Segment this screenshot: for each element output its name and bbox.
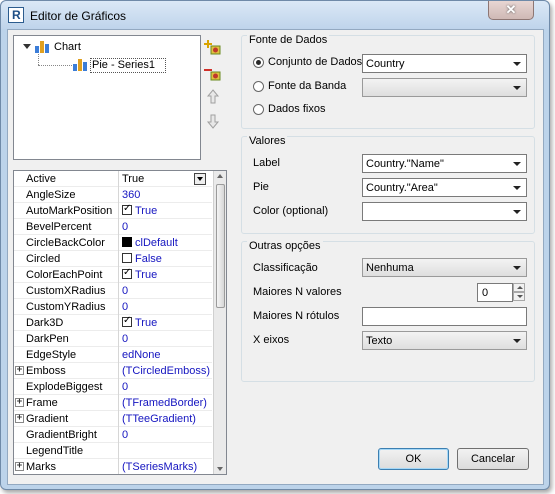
- checkbox[interactable]: [122, 203, 132, 215]
- add-series-button[interactable]: [204, 38, 222, 56]
- spin-down-button[interactable]: [513, 292, 525, 301]
- scroll-thumb[interactable]: [216, 184, 225, 308]
- chevron-down-icon: [513, 210, 521, 214]
- prop-row-active[interactable]: Active True: [14, 171, 212, 187]
- chevron-down-icon: [513, 339, 521, 343]
- remove-series-button[interactable]: [204, 64, 222, 82]
- radio-dataset-label[interactable]: Conjunto de Dados: [268, 56, 362, 68]
- move-down-button[interactable]: [204, 112, 222, 130]
- prop-row-coloreachpoint[interactable]: ColorEachPoint True: [14, 267, 212, 283]
- ok-button[interactable]: OK: [378, 448, 449, 470]
- color-field-combo[interactable]: [362, 202, 527, 221]
- color-swatch: [122, 237, 132, 247]
- tree-node-chart[interactable]: Chart: [54, 41, 81, 53]
- close-button[interactable]: ✕: [488, 1, 534, 20]
- prop-row-automarkposition[interactable]: AutoMarkPosition True: [14, 203, 212, 219]
- dataset-combo[interactable]: Country: [362, 54, 527, 73]
- datasource-group: Fonte de Dados Conjunto de Dados Country…: [241, 34, 535, 129]
- chevron-down-icon: [513, 62, 521, 66]
- prop-row-darkpen[interactable]: DarkPen 0: [14, 331, 212, 347]
- title-bar: Editor de Gráficos ✕: [1, 1, 549, 29]
- radio-dataset[interactable]: [253, 57, 264, 68]
- pie-series-icon: [72, 57, 88, 71]
- remove-icon: [204, 69, 221, 81]
- prop-row-bevelpercent[interactable]: BevelPercent 0: [14, 219, 212, 235]
- prop-row-explodebiggest[interactable]: ExplodeBiggest 0: [14, 379, 212, 395]
- scroll-down-icon[interactable]: [217, 467, 223, 471]
- prop-row-gradient[interactable]: + Gradient (TTeeGradient): [14, 411, 212, 427]
- topn-captions-input[interactable]: [362, 307, 527, 326]
- prop-row-legendtitle[interactable]: LegendTitle: [14, 443, 212, 459]
- checkbox[interactable]: [122, 253, 132, 263]
- app-icon: [8, 7, 24, 23]
- arrow-up-icon: [206, 89, 220, 104]
- arrow-down-icon: [206, 114, 220, 129]
- label-field-combo[interactable]: Country."Name": [362, 154, 527, 173]
- radio-band-label[interactable]: Fonte da Banda: [268, 80, 346, 92]
- other-options-group: Outras opções Classificação Nenhuma Maio…: [241, 240, 535, 382]
- radio-fixed[interactable]: [253, 104, 264, 115]
- prop-row-customxradius[interactable]: CustomXRadius 0: [14, 283, 212, 299]
- inspector-scrollbar[interactable]: [213, 171, 226, 474]
- prop-row-frame[interactable]: + Frame (TFramedBorder): [14, 395, 212, 411]
- radio-band[interactable]: [253, 81, 264, 92]
- pie-field-combo[interactable]: Country."Area": [362, 178, 527, 197]
- xaxis-combo[interactable]: Texto: [362, 331, 527, 350]
- topn-values-label: Maiores N valores: [253, 286, 342, 298]
- prop-row-customyradius[interactable]: CustomYRadius 0: [14, 299, 212, 315]
- prop-row-emboss[interactable]: + Emboss (TCircledEmboss): [14, 363, 212, 379]
- xaxis-label: X eixos: [253, 334, 290, 346]
- topn-spinner[interactable]: [513, 283, 525, 302]
- prop-dropdown-button[interactable]: [194, 173, 206, 185]
- spin-up-button[interactable]: [513, 283, 525, 292]
- color-field-label: Color (optional): [253, 205, 329, 217]
- prop-row-marks[interactable]: + Marks (TSeriesMarks): [14, 459, 212, 474]
- prop-row-gradientbright[interactable]: GradientBright 0: [14, 427, 212, 443]
- expand-icon[interactable]: +: [15, 462, 24, 471]
- series-tree[interactable]: Chart Pie - Series1: [13, 35, 201, 160]
- prop-row-edgestyle[interactable]: EdgeStyle edNone: [14, 347, 212, 363]
- prop-row-anglesize[interactable]: AngleSize 360: [14, 187, 212, 203]
- cancel-button[interactable]: Cancelar: [457, 448, 529, 470]
- chevron-down-icon: [513, 186, 521, 190]
- chevron-down-icon: [513, 162, 521, 166]
- checkbox[interactable]: [122, 267, 132, 279]
- radio-fixed-label[interactable]: Dados fixos: [268, 103, 325, 115]
- prop-row-circlebackcolor[interactable]: CircleBackColor clDefault: [14, 235, 212, 251]
- values-group: Valores Label Country."Name" Pie Country…: [241, 135, 535, 234]
- move-up-button[interactable]: [204, 88, 222, 106]
- chevron-down-icon: [513, 266, 521, 270]
- scroll-up-icon[interactable]: [217, 174, 223, 178]
- tree-expand-icon[interactable]: [23, 44, 31, 49]
- window-title: Editor de Gráficos: [30, 9, 127, 23]
- chart-icon: [34, 39, 50, 53]
- topn-captions-label: Maiores N rótulos: [253, 310, 340, 322]
- expand-icon[interactable]: +: [15, 414, 24, 423]
- dialog-body: Chart Pie - Series1 Active True AngleSiz…: [7, 29, 544, 485]
- band-combo[interactable]: [362, 78, 527, 97]
- label-field-label: Label: [253, 157, 280, 169]
- sort-label: Classificação: [253, 262, 318, 274]
- prop-row-dark3d[interactable]: Dark3D True: [14, 315, 212, 331]
- topn-values-input[interactable]: 0: [477, 283, 513, 302]
- expand-icon[interactable]: +: [15, 366, 24, 375]
- pie-field-label: Pie: [253, 181, 269, 193]
- tree-node-series[interactable]: Pie - Series1: [92, 59, 155, 71]
- checkbox[interactable]: [122, 315, 132, 327]
- expand-icon[interactable]: +: [15, 398, 24, 407]
- editor-window: Editor de Gráficos ✕ Chart Pie - Series1: [0, 0, 550, 490]
- sort-combo[interactable]: Nenhuma: [362, 258, 527, 277]
- prop-row-circled[interactable]: Circled False: [14, 251, 212, 267]
- add-icon: [204, 40, 221, 55]
- property-inspector[interactable]: Active True AngleSize 360 AutoMarkPositi…: [13, 170, 227, 475]
- chevron-down-icon: [513, 86, 521, 90]
